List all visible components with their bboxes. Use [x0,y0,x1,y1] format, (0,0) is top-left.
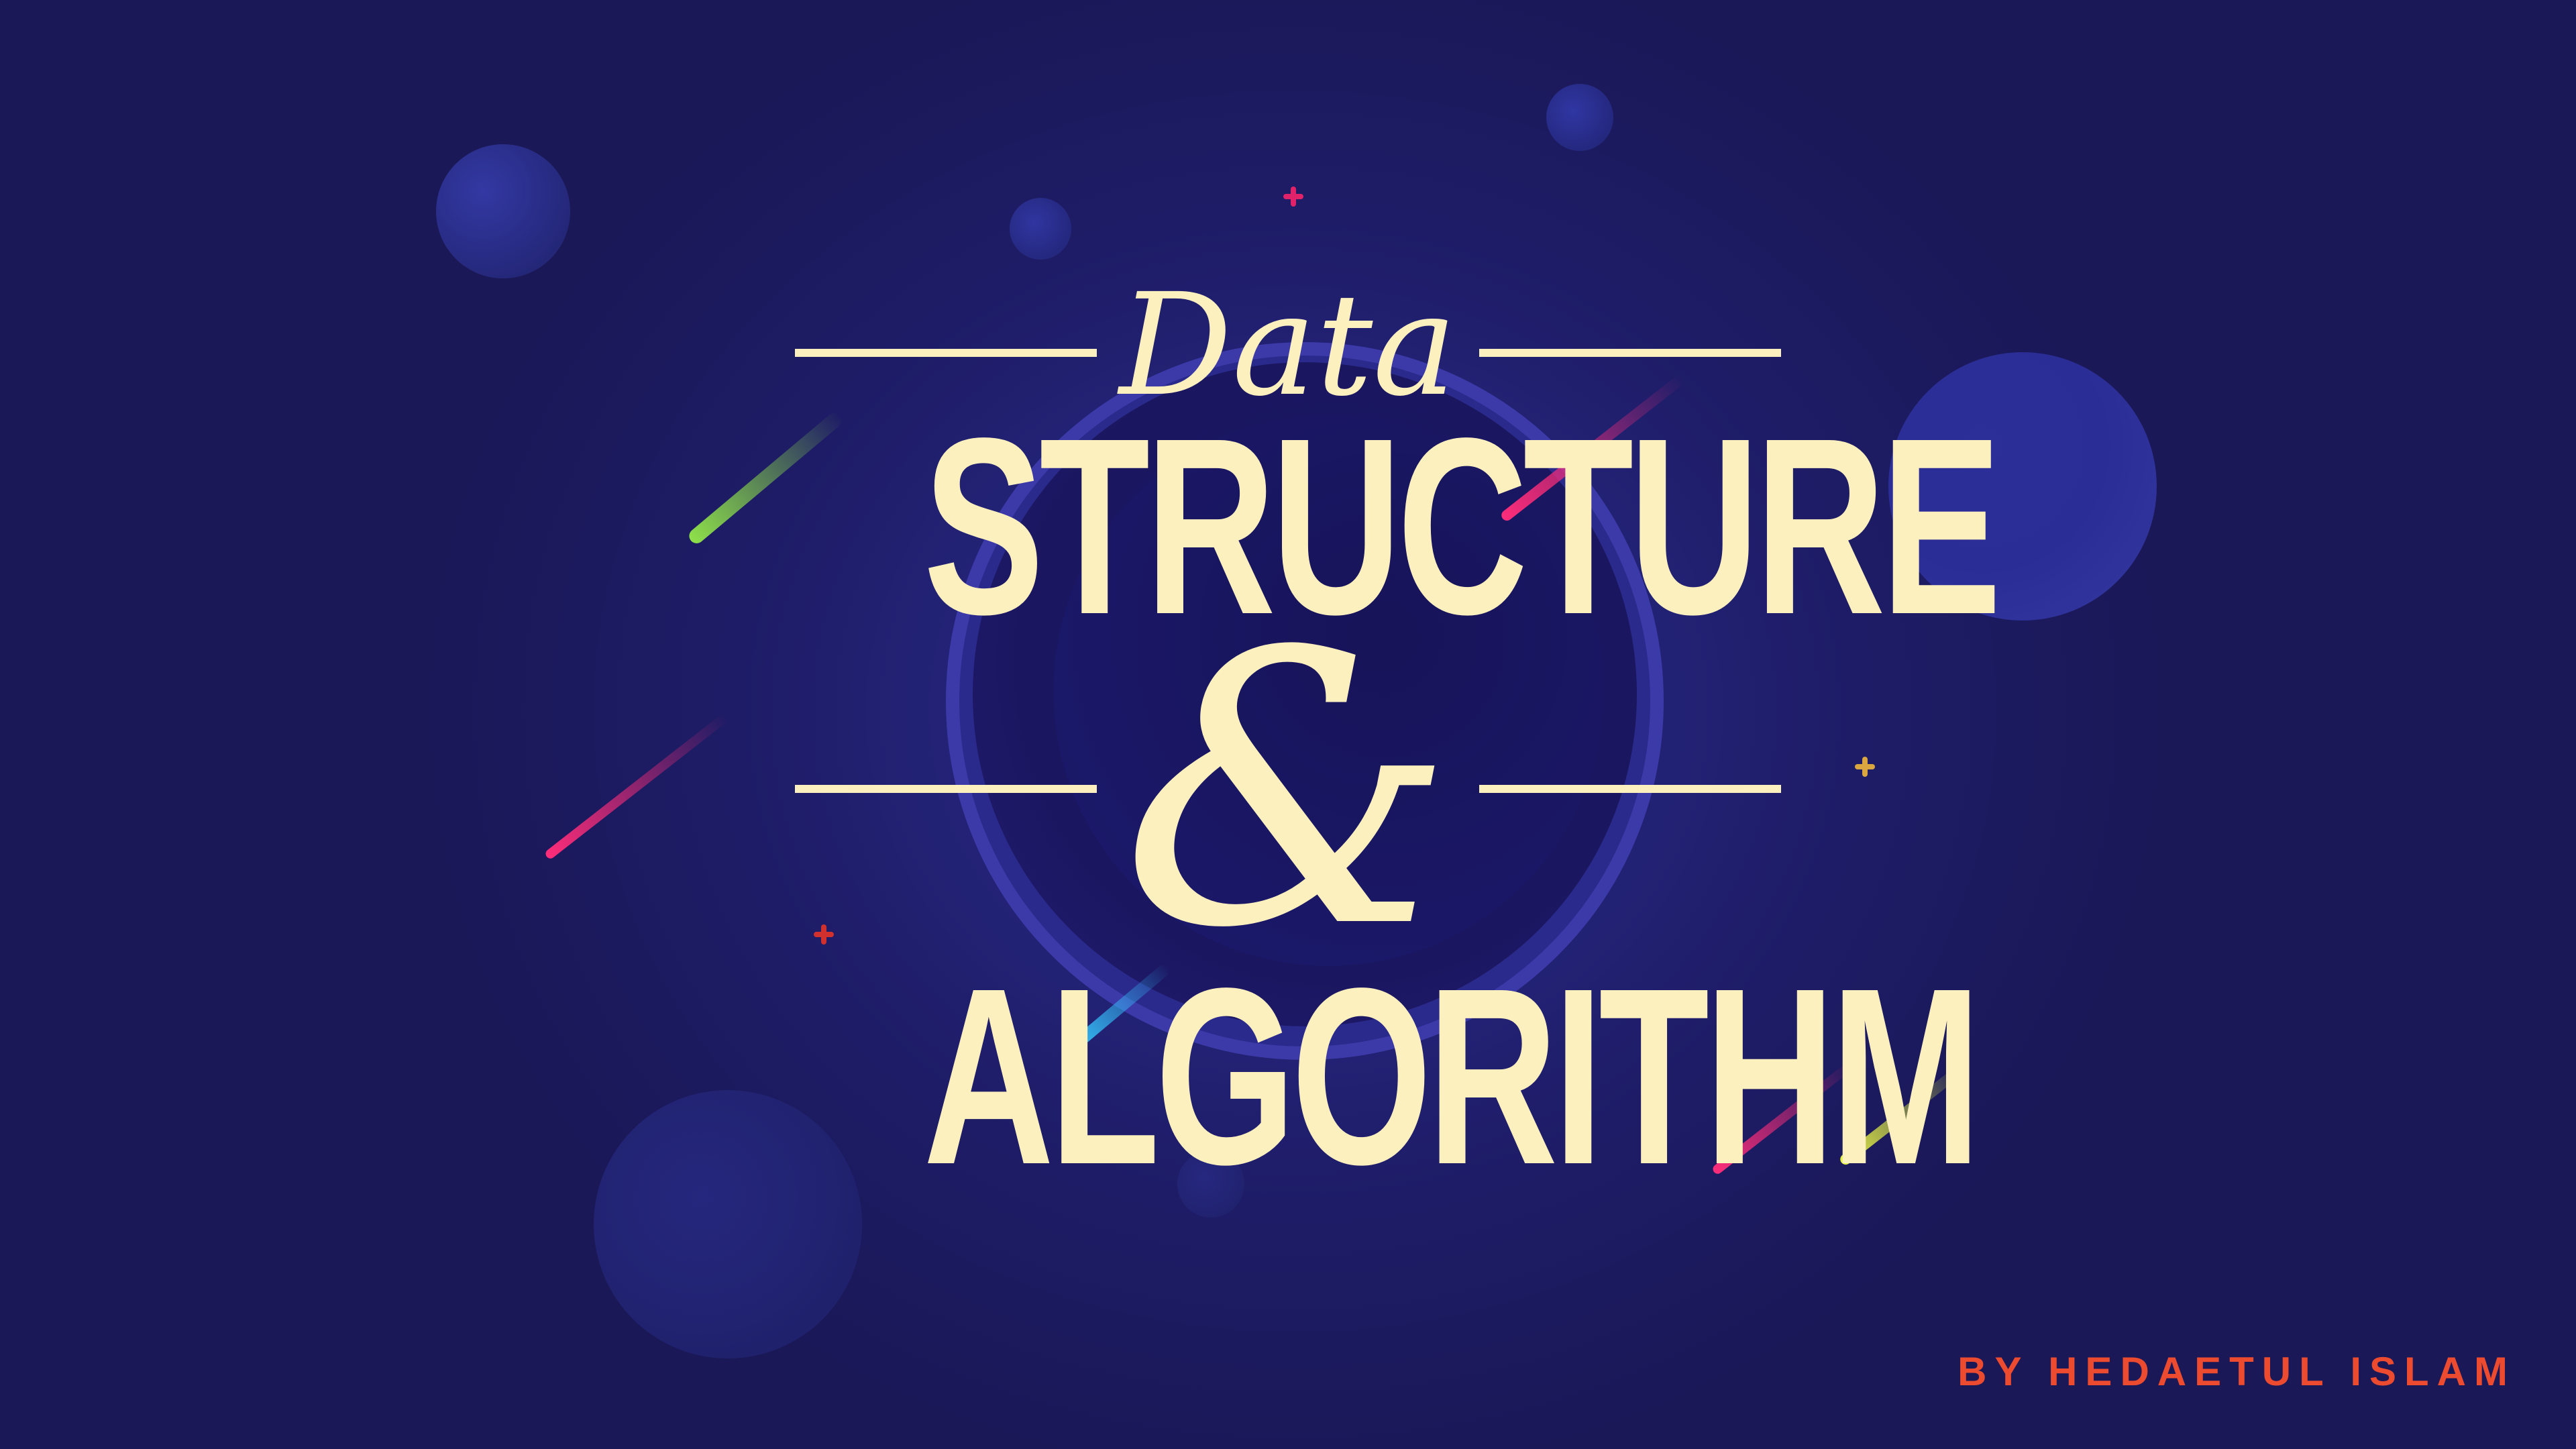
title-rule-mid-right [1479,785,1781,793]
planet-top-left [436,144,570,278]
planet-small-top [1010,198,1071,260]
meteor-green [686,410,845,547]
title-rule-top-left [795,349,1097,357]
sparkle-top [1283,186,1303,207]
planet-bottom-left [594,1090,862,1358]
title-banner: Data STRUCTURE & ALGORITHM BY HEDAETUL I… [0,0,2576,1449]
sparkle-right [1855,757,1875,777]
title-rule-mid-left [795,785,1097,793]
title-ampersand: & [1120,573,1456,1010]
title-line-2: ALGORITHM [923,936,1981,1217]
meteor-pink-left [543,712,730,861]
author-byline: BY HEDAETUL ISLAM [1957,1349,2516,1394]
sparkle-left [814,924,834,945]
title-rule-top-right [1479,349,1781,357]
planet-top-right-small [1546,84,1613,151]
